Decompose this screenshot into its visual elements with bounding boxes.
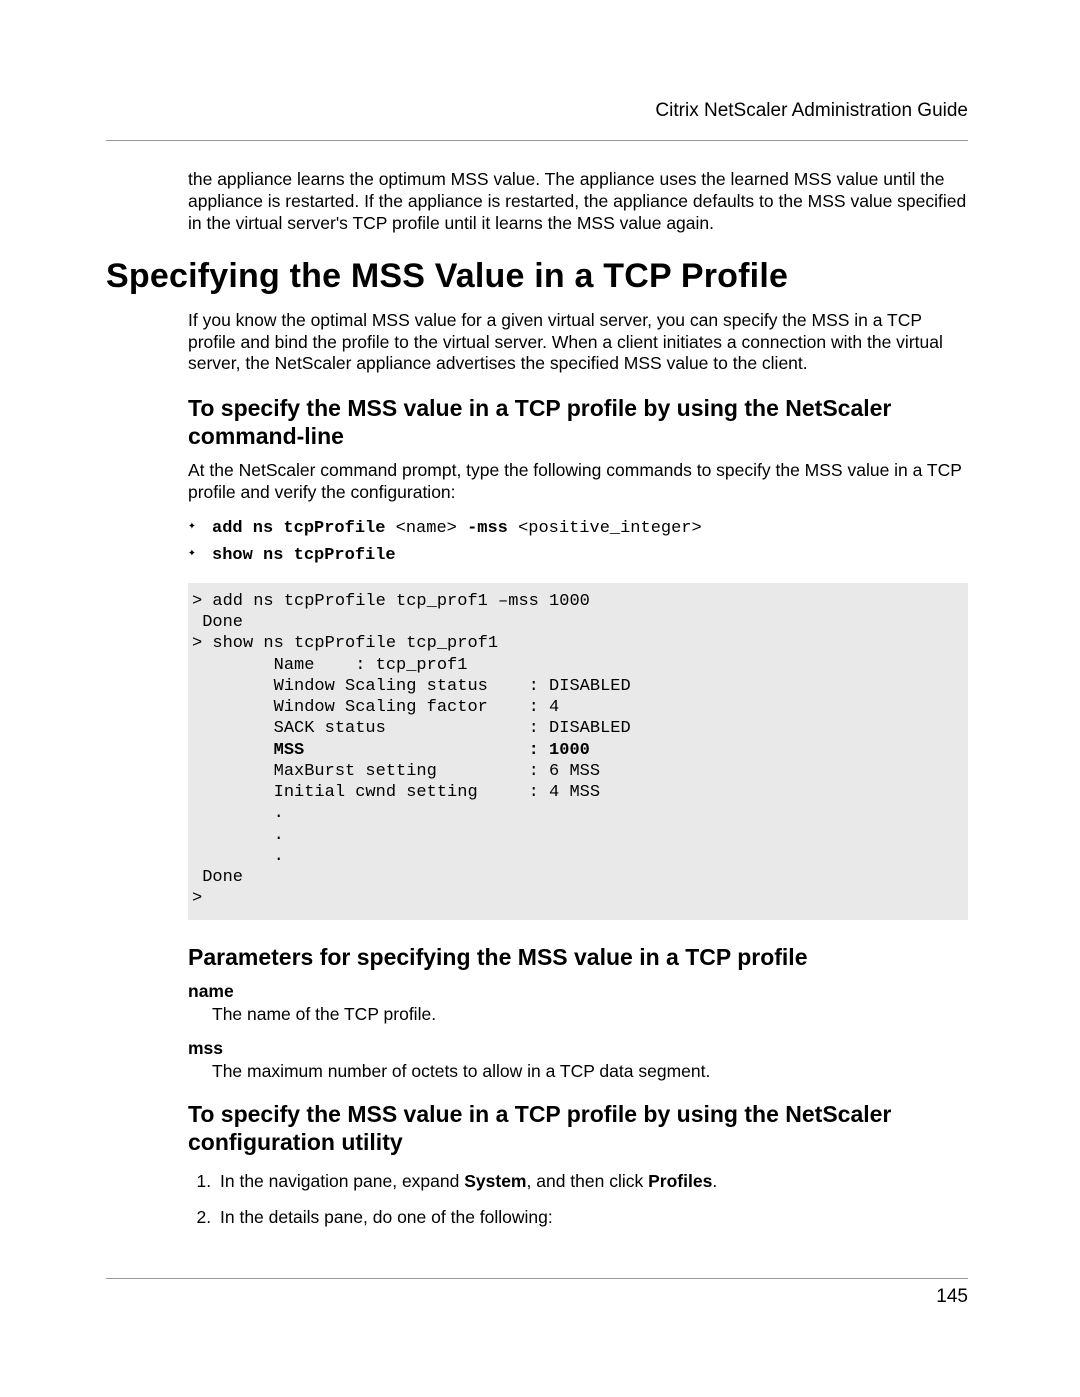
- footer-rule: [106, 1278, 968, 1279]
- command-bullet-2: show ns tcpProfile: [188, 543, 968, 569]
- code-line: >: [192, 889, 202, 908]
- header-rule: [106, 140, 968, 141]
- section-heading: Specifying the MSS Value in a TCP Profil…: [106, 257, 968, 296]
- step1-pre: In the navigation pane, expand: [220, 1171, 464, 1191]
- code-line: .: [192, 826, 284, 845]
- subsection-gui-heading: To specify the MSS value in a TCP profil…: [188, 1101, 968, 1156]
- intro-paragraph: the appliance learns the optimum MSS val…: [188, 169, 968, 235]
- code-line: Done: [192, 868, 243, 887]
- code-line: > add ns tcpProfile tcp_prof1 –mss 1000: [192, 592, 590, 611]
- code-example-block: > add ns tcpProfile tcp_prof1 –mss 1000 …: [188, 583, 968, 920]
- code-line: Done: [192, 613, 243, 632]
- code-line: Initial cwnd setting : 4 MSS: [192, 783, 600, 802]
- cmd1-arg2: <positive_integer>: [508, 519, 702, 538]
- cmd2-kw: show ns tcpProfile: [212, 546, 396, 565]
- param-desc-2: The maximum number of octets to allow in…: [212, 1061, 968, 1083]
- cmd1-kw2: -mss: [467, 519, 508, 538]
- cmd1-arg1: <name>: [385, 519, 467, 538]
- param-name-1: name: [188, 981, 968, 1002]
- cmd1-kw: add ns tcpProfile: [212, 519, 385, 538]
- step1-post: .: [712, 1171, 717, 1191]
- code-line: .: [192, 847, 284, 866]
- step-2: In the details pane, do one of the follo…: [216, 1204, 968, 1230]
- step1-bold1: System: [464, 1171, 526, 1191]
- code-line: > show ns tcpProfile tcp_prof1: [192, 634, 498, 653]
- code-line: SACK status : DISABLED: [192, 719, 631, 738]
- steps-list: In the navigation pane, expand System, a…: [188, 1168, 968, 1231]
- step-1: In the navigation pane, expand System, a…: [216, 1168, 968, 1194]
- step1-mid: , and then click: [527, 1171, 649, 1191]
- command-bullet-list: add ns tcpProfile <name> -mss <positive_…: [188, 516, 968, 569]
- code-line-bold: MSS : 1000: [192, 741, 590, 760]
- code-line: .: [192, 804, 284, 823]
- param-name-2: mss: [188, 1038, 968, 1059]
- section-intro-para: If you know the optimal MSS value for a …: [188, 310, 968, 376]
- page-number: 145: [936, 1286, 968, 1308]
- command-bullet-1: add ns tcpProfile <name> -mss <positive_…: [188, 516, 968, 542]
- code-line: Window Scaling factor : 4: [192, 698, 559, 717]
- intro-paragraph-block: the appliance learns the optimum MSS val…: [188, 169, 968, 235]
- cli-intro-para: At the NetScaler command prompt, type th…: [188, 460, 968, 504]
- subsection-cli-heading: To specify the MSS value in a TCP profil…: [188, 395, 968, 450]
- doc-header-title: Citrix NetScaler Administration Guide: [106, 100, 968, 122]
- code-line: Window Scaling status : DISABLED: [192, 677, 631, 696]
- code-line: MaxBurst setting : 6 MSS: [192, 762, 600, 781]
- step1-bold2: Profiles: [648, 1171, 712, 1191]
- section-body: If you know the optimal MSS value for a …: [188, 310, 968, 1231]
- param-desc-1: The name of the TCP profile.: [212, 1004, 968, 1026]
- subsection-params-heading: Parameters for specifying the MSS value …: [188, 944, 968, 972]
- code-line: Name : tcp_prof1: [192, 656, 467, 675]
- page-content: Citrix NetScaler Administration Guide th…: [106, 100, 968, 1241]
